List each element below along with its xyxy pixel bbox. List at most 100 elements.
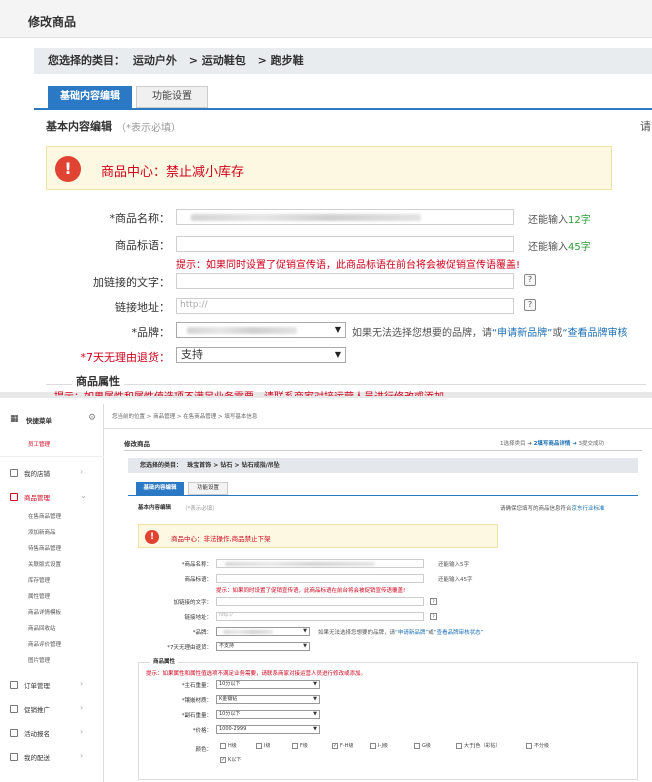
attr-label-price: *价格： (192, 728, 212, 734)
sidebar-item-promo[interactable]: 促销推广 › (0, 698, 100, 720)
color-checkbox[interactable]: ✓ K以下 (220, 756, 241, 763)
attr-select-main-stone[interactable]: 10分以下 ▼ (216, 680, 320, 689)
required-note: （*表示必填） (182, 506, 218, 512)
bottom-screenshot: ▦ 快捷菜单 ⚙ 员工管理 我的店铺 › 商品管理 ⌄ 在售商品管理 添加新商品… (0, 404, 652, 782)
breadcrumb-category-3[interactable]: 钻石戒指/吊坠 (242, 462, 280, 469)
tab-function-settings[interactable]: 功能设置 (136, 86, 208, 108)
sidebar-item-label: 我的配送 (24, 754, 50, 762)
color-checkbox[interactable]: 大于J色（彩钻） (456, 742, 500, 749)
breadcrumb-category-3[interactable]: 跑步鞋 (271, 54, 304, 67)
sub-item-stock[interactable]: 库存管理 (28, 576, 50, 584)
sidebar-item-orders[interactable]: 订单管理 › (0, 674, 100, 696)
link-url-input[interactable]: http:// (216, 612, 424, 621)
slogan-input[interactable] (176, 236, 514, 252)
chevron-down-icon: ▼ (303, 643, 307, 649)
quick-menu-label: 快捷菜单 (26, 417, 52, 425)
checkmark-icon: ✓ (220, 756, 226, 763)
brand-select[interactable]: ▼ (176, 322, 346, 338)
view-brand-review-link[interactable]: “查看品牌审核状态” (434, 630, 484, 636)
attr-label-material: *镶嵌材质： (181, 698, 212, 704)
attr-select-price[interactable]: 1000-2999 ▼ (216, 725, 320, 734)
sidebar-item-products[interactable]: 商品管理 ⌄ (0, 486, 100, 508)
link-text-label: 加链接的文字： (173, 600, 212, 606)
sub-item-on-sale[interactable]: 在售商品管理 (28, 512, 61, 520)
industry-standard-link[interactable]: 京东行业标准 (572, 506, 605, 512)
tab-basic-content[interactable]: 基础内容编辑 (136, 482, 184, 495)
sidebar-item-shop[interactable]: 我的店铺 › (0, 462, 100, 484)
view-brand-review-link[interactable]: “查看品牌审核 (562, 328, 627, 339)
sub-item-pending[interactable]: 待售商品管理 (28, 544, 61, 552)
product-name-input[interactable] (176, 209, 514, 225)
attr-select-side-stone[interactable]: 10分以下 ▼ (216, 710, 320, 719)
step-3: 3提交成功 (578, 441, 605, 447)
crumb[interactable]: 您当前的位置 (112, 414, 145, 420)
crumb[interactable]: 在售商品管理 (183, 414, 216, 420)
page-title: 修改商品 (28, 15, 77, 29)
color-checkbox[interactable]: G级 (414, 742, 431, 749)
gear-icon[interactable]: ⚙ (88, 413, 96, 423)
color-checkbox[interactable]: ✓ F-H级 (332, 742, 353, 749)
color-checkbox[interactable]: F级 (292, 742, 308, 749)
crumb[interactable]: 商品管理 (153, 414, 175, 420)
link-text-input[interactable] (216, 597, 424, 606)
checkmark-icon: ✓ (332, 742, 338, 749)
help-icon[interactable]: ? (430, 598, 437, 605)
chevron-right-icon: › (80, 703, 84, 712)
breadcrumb-category-1[interactable]: 珠宝首饰 (187, 462, 211, 469)
breadcrumb-category-2[interactable]: 钻石 (220, 462, 232, 469)
help-icon[interactable]: ? (524, 274, 536, 286)
return-value: 支持 (181, 348, 203, 361)
sub-item-recycle[interactable]: 商品回收站 (28, 624, 56, 632)
breadcrumb: 您选择的类目： 珠宝首饰 > 钻石 > 钻石戒指/吊坠 (128, 458, 638, 473)
return-select[interactable]: 不支持 ▼ (216, 642, 310, 651)
attr-tip: 提示：如果属性和属性值选项不满足业务需要，请联系商家对接运营人员进行修改或添加。 (54, 388, 644, 396)
staff-manage-link[interactable]: 员工管理 (28, 440, 50, 448)
attr-section-title: 商品属性 (72, 373, 124, 389)
brand-select[interactable]: ▼ (216, 627, 310, 636)
color-checkbox[interactable]: H级 (220, 742, 237, 749)
help-icon[interactable]: ? (430, 613, 437, 620)
apply-new-brand-link[interactable]: “申请新品牌” (395, 630, 428, 636)
chevron-right-icon: › (80, 467, 84, 476)
tab-function-settings[interactable]: 功能设置 (188, 482, 228, 495)
link-url-input[interactable]: http:// (176, 298, 514, 314)
sub-item-related[interactable]: 关联版式设置 (28, 560, 61, 568)
attr-label-main-stone: *主石重量： (181, 683, 212, 689)
breadcrumb-category-1[interactable]: 运动户外 (133, 54, 177, 67)
return-label: *7天无理由退货： (167, 645, 212, 651)
brand-hint: 如果无法选择您想要的品牌，请“申请新品牌”或“查看品牌审核状态” (318, 630, 484, 636)
chevron-right-icon: > (257, 54, 267, 67)
checkbox-icon (456, 742, 462, 749)
apply-new-brand-link[interactable]: “申请新品牌” (492, 328, 552, 339)
attr-select-material[interactable]: K金镶钻 ▼ (216, 695, 320, 704)
alert-box: ! 商品中心：禁止减小库存 (46, 146, 612, 190)
event-icon (10, 729, 18, 737)
slogan-label: 商品标语： (115, 239, 170, 252)
breadcrumb-category-2[interactable]: 运动鞋包 (202, 54, 246, 67)
color-checkbox[interactable]: I级 (256, 742, 270, 749)
product-name-input[interactable] (216, 559, 424, 568)
promo-icon (10, 705, 18, 713)
sub-item-attr[interactable]: 属性管理 (28, 592, 50, 600)
color-checkbox[interactable]: 不分级 (526, 742, 549, 749)
chevron-down-icon: ▼ (334, 350, 341, 359)
link-text-input[interactable] (176, 273, 514, 289)
color-checkbox[interactable]: I-J级 (370, 742, 388, 749)
sub-item-review[interactable]: 商品评价管理 (28, 640, 61, 648)
tab-basic-content[interactable]: 基础内容编辑 (48, 86, 132, 108)
sub-item-images[interactable]: 图片管理 (28, 656, 50, 664)
sub-item-add[interactable]: 添加新商品 (28, 528, 56, 536)
help-icon[interactable]: ? (524, 299, 536, 311)
sidebar-item-events[interactable]: 活动报名 › (0, 722, 100, 744)
page-title: 修改商品 (124, 440, 150, 448)
chevron-down-icon: ⌄ (80, 491, 87, 500)
return-select[interactable]: 支持 ▼ (176, 347, 346, 363)
shop-icon (10, 469, 18, 477)
slogan-tip: 提示：如果同时设置了促销宣传语，此商品标语在前台将会被促销宣传语覆盖! (176, 260, 521, 271)
sidebar-item-delivery[interactable]: 我的配送 › (0, 746, 100, 768)
step-2: 2填写商品详情 (533, 441, 571, 447)
sub-item-template[interactable]: 商品详情模板 (28, 608, 61, 616)
quick-menu[interactable]: ▦ 快捷菜单 ⚙ (0, 412, 104, 428)
checkbox-icon (526, 742, 532, 749)
slogan-input[interactable] (216, 574, 424, 583)
